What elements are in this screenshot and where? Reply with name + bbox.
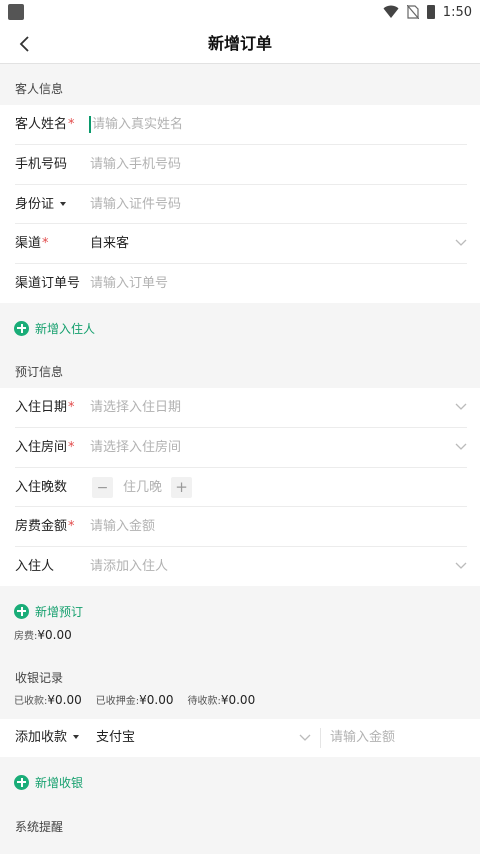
add-booking-button[interactable]: 新增预订 [14,601,83,621]
plus-icon: + [175,478,188,496]
channel-row[interactable]: 渠道* 自来客 [0,224,480,263]
app-icon [8,4,24,20]
phone-row: 手机号码 请输入手机号码 [0,145,480,184]
channel-value: 自来客 [90,236,130,251]
guest-form: 客人姓名* 请输入真实姓名 手机号码 请输入手机号码 身份证 请输入证件号码 渠… [0,105,480,303]
text-cursor [89,116,91,133]
room-value: 请选择入住房间 [90,440,182,455]
no-sim-icon [406,5,419,19]
channel-order-input[interactable]: 请输入订单号 [90,264,168,303]
status-bar: 1:50 [0,0,480,24]
app-bar: 新增订单 [0,24,480,64]
nights-plus-button[interactable]: + [171,477,192,498]
booking-form: 入住日期* 请选择入住日期 入住房间* 请选择入住房间 入住晚数 − 住几晚 +… [0,388,480,586]
nights-input[interactable]: 住几晚 [123,468,162,507]
channel-order-row: 渠道订单号 请输入订单号 [0,264,480,303]
section-title-guest: 客人信息 [15,82,64,96]
checkin-date-row[interactable]: 入住日期* 请选择入住日期 [0,388,480,427]
nights-minus-button[interactable]: − [92,477,113,498]
payment-amount-input[interactable]: 请输入金额 [330,719,395,757]
nights-row: 入住晚数 − 住几晚 + [0,468,480,507]
phone-input[interactable]: 请输入手机号码 [90,145,181,184]
battery-icon [426,5,435,19]
divider [320,728,321,748]
amount-row: 房费金额* 请输入金额 [0,507,480,546]
checkin-date-label: 入住日期* [15,400,75,415]
pending-amount: 待收款:¥0.00 [187,693,256,707]
occupant-row[interactable]: 入住人 请添加入住人 [0,547,480,586]
amount-label: 房费金额* [15,519,75,534]
status-icons: 1:50 [383,2,472,22]
caret-down-icon [73,734,80,739]
payment-row: 添加收款 支付宝 请输入金额 [0,719,480,757]
caret-down-icon [60,201,67,206]
phone-label: 手机号码 [15,157,68,172]
cash-summary: 已收款:¥0.00 已收押金:¥0.00 待收款:¥0.00 [14,692,255,707]
id-row: 身份证 请输入证件号码 [0,185,480,224]
received-amount: 已收款:¥0.00 [14,693,82,707]
room-row[interactable]: 入住房间* 请选择入住房间 [0,428,480,467]
wifi-icon [383,5,399,18]
chevron-down-icon [455,403,467,410]
back-button[interactable] [8,28,40,60]
section-title-reminder: 系统提醒 [15,820,64,834]
add-cashier-button[interactable]: 新增收银 [14,772,83,792]
plus-circle-icon [14,603,29,619]
channel-order-label: 渠道订单号 [15,276,81,291]
plus-circle-icon [14,774,29,790]
deposit-amount: 已收押金:¥0.00 [95,693,174,707]
minus-icon: − [96,479,109,496]
occupant-label: 入住人 [15,559,55,574]
amount-input[interactable]: 请输入金额 [90,507,155,546]
nights-label: 入住晚数 [15,480,68,495]
chevron-down-icon[interactable] [299,733,311,743]
guest-name-row: 客人姓名* 请输入真实姓名 [0,105,480,144]
page-title: 新增订单 [207,34,272,53]
add-guest-button[interactable]: 新增入住人 [14,318,95,338]
section-title-cashier: 收银记录 [15,671,64,685]
room-fee: 房费:¥0.00 [14,628,72,642]
occupant-value: 请添加入住人 [90,559,169,574]
status-time: 1:50 [442,4,472,20]
chevron-down-icon [455,443,467,450]
chevron-left-icon [19,36,29,52]
guest-name-input[interactable]: 请输入真实姓名 [92,105,183,144]
payment-method-select[interactable]: 支付宝 [96,719,135,757]
section-title-booking: 预订信息 [15,365,64,379]
chevron-down-icon [455,239,467,246]
plus-circle-icon [14,320,29,336]
id-number-input[interactable]: 请输入证件号码 [90,185,181,224]
chevron-down-icon [455,562,467,569]
add-payment-selector[interactable]: 添加收款 [15,719,80,757]
id-type-selector[interactable]: 身份证 [15,185,67,224]
guest-name-label: 客人姓名* [15,117,75,132]
checkin-date-value: 请选择入住日期 [90,400,182,415]
channel-label: 渠道* [15,236,49,251]
room-label: 入住房间* [15,440,75,455]
